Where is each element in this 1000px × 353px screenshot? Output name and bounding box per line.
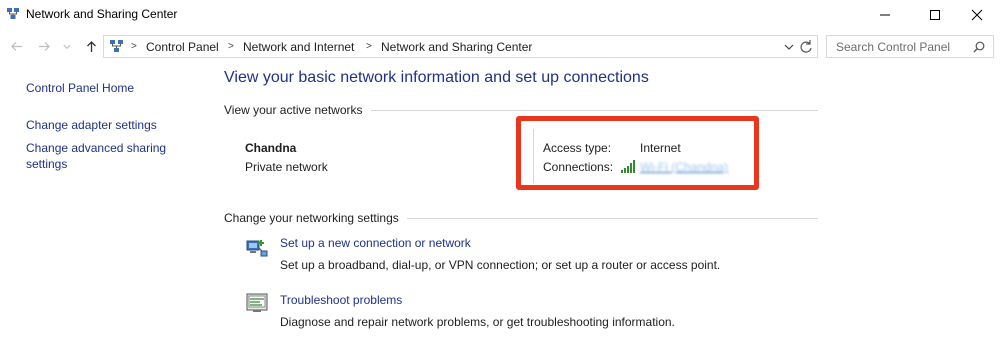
arrow-up-icon xyxy=(86,40,96,52)
breadcrumb-network-internet[interactable]: Network and Internet xyxy=(243,40,354,54)
troubleshoot-link[interactable]: Troubleshoot problems xyxy=(280,293,402,307)
active-networks-header: View your active networks xyxy=(224,103,371,117)
change-settings-header: Change your networking settings xyxy=(224,211,407,225)
control-panel-icon xyxy=(110,40,123,52)
sidebar-link-line: settings xyxy=(26,157,68,171)
search-placeholder: Search Control Panel xyxy=(836,40,951,54)
window-title: Network and Sharing Center xyxy=(26,7,178,21)
sidebar-link-change-advanced-sharing[interactable]: Change advanced sharing settings xyxy=(26,140,166,172)
breadcrumb-control-panel[interactable]: Control Panel xyxy=(146,40,219,54)
refresh-icon[interactable] xyxy=(796,37,816,57)
close-button[interactable] xyxy=(954,0,1000,30)
chevron-down-icon[interactable] xyxy=(783,41,795,53)
sidebar-link-change-adapter-settings[interactable]: Change adapter settings xyxy=(26,117,157,133)
arrow-left-icon xyxy=(10,41,22,51)
breadcrumb-network-sharing-center[interactable]: Network and Sharing Center xyxy=(381,40,532,54)
highlight-box xyxy=(516,116,759,190)
page-title: View your basic network information and … xyxy=(224,69,649,86)
setup-connection-link[interactable]: Set up a new connection or network xyxy=(280,236,471,250)
network-name: Chandna xyxy=(245,141,297,155)
maximize-button[interactable] xyxy=(912,0,958,30)
search-input[interactable]: Search Control Panel xyxy=(826,35,994,58)
title-bar: Network and Sharing Center xyxy=(0,0,1000,30)
recent-locations-button[interactable] xyxy=(61,37,73,55)
new-connection-icon xyxy=(246,240,268,257)
search-icon[interactable] xyxy=(973,41,985,53)
troubleshoot-description: Diagnose and repair network problems, or… xyxy=(280,315,675,329)
breadcrumb-separator: > xyxy=(131,41,137,52)
back-button[interactable] xyxy=(7,37,25,55)
address-bar[interactable]: > Control Panel > Network and Internet >… xyxy=(103,35,818,58)
network-category: Private network xyxy=(245,160,328,174)
minimize-icon xyxy=(880,14,890,16)
setup-connection-description: Set up a broadband, dial-up, or VPN conn… xyxy=(280,258,721,272)
breadcrumb-separator: > xyxy=(366,41,372,52)
troubleshoot-icon xyxy=(246,293,268,312)
up-button[interactable] xyxy=(82,37,100,55)
chevron-down-icon xyxy=(63,44,71,49)
arrow-right-icon xyxy=(38,41,50,51)
sidebar-link-control-panel-home[interactable]: Control Panel Home xyxy=(26,80,134,96)
breadcrumb-separator: > xyxy=(228,41,234,52)
forward-button[interactable] xyxy=(35,37,53,55)
sidebar-link-line: Change advanced sharing xyxy=(26,141,167,155)
minimize-button[interactable] xyxy=(862,0,908,30)
maximize-icon xyxy=(930,10,940,20)
close-icon xyxy=(971,9,983,21)
network-center-icon xyxy=(7,8,19,19)
